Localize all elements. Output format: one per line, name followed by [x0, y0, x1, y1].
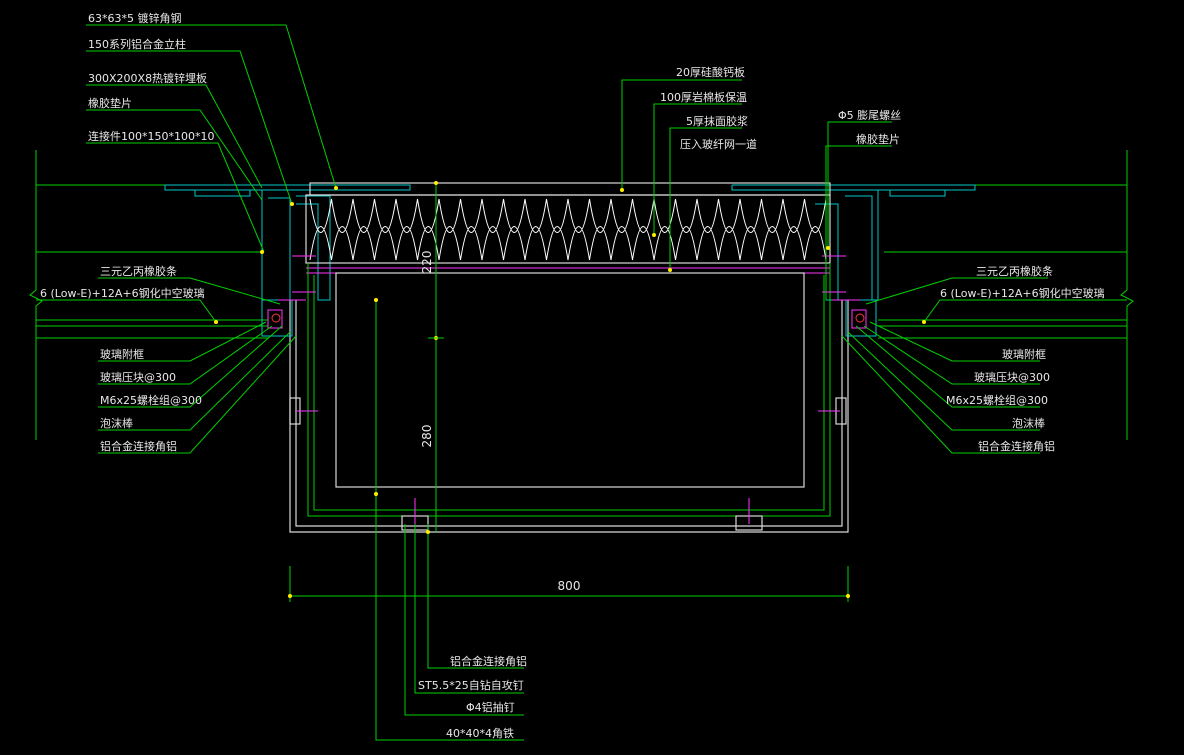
labels-left: 63*63*5 镀锌角钢 150系列铝合金立柱 300X200X8热镀锌埋板 橡…	[40, 11, 214, 453]
label-aluminum-mullion: 150系列铝合金立柱	[88, 37, 186, 51]
label-angle-iron: 40*40*4角铁	[446, 727, 514, 740]
insulation-board	[305, 182, 831, 274]
leader-markers	[214, 186, 926, 534]
label-mortar: 5厚抹面胶浆	[686, 114, 748, 128]
label-angle-alu-left: 铝合金连接角铝	[100, 439, 177, 453]
dim-lower-label: 280	[420, 425, 434, 448]
label-glass-left: 6 (Low-E)+12A+6钢化中空玻璃	[40, 286, 205, 300]
label-angle-alu-right: 铝合金连接角铝	[978, 439, 1055, 453]
glass-brackets	[261, 299, 877, 531]
label-bolt-right: M6x25螺栓组@300	[946, 393, 1048, 407]
dimension-lines	[288, 181, 850, 602]
label-epdm-left: 三元乙丙橡胶条	[100, 264, 177, 278]
label-pressure-block-left: 玻璃压块@300	[100, 370, 176, 384]
label-bolt-left: M6x25螺栓组@300	[100, 393, 202, 407]
label-glass-frame-right: 玻璃附框	[1002, 347, 1046, 361]
label-pressure-block-right: 玻璃压块@300	[974, 370, 1050, 384]
label-glass-right: 6 (Low-E)+12A+6钢化中空玻璃	[940, 286, 1105, 300]
dim-upper-label: 220	[420, 251, 434, 274]
steel-angles	[164, 184, 976, 301]
labels-bottom: 铝合金连接角铝 ST5.5*25自钻自攻钉 Φ4铝抽钉 40*40*4角铁	[418, 654, 527, 740]
box-outlines	[289, 263, 849, 533]
label-epdm-right: 三元乙丙橡胶条	[976, 264, 1053, 278]
label-screw-right: Φ5 膨尾螺丝	[838, 108, 901, 122]
label-embed-plate: 300X200X8热镀锌埋板	[88, 71, 207, 85]
labels-top: 20厚硅酸钙板 100厚岩棉板保温 5厚抹面胶浆 压入玻纤网一道	[660, 65, 757, 151]
label-foam-rod-right: 泡沫棒	[1012, 416, 1045, 430]
label-glass-frame-left: 玻璃附框	[100, 347, 144, 361]
label-mesh: 压入玻纤网一道	[680, 137, 757, 151]
label-rockwool: 100厚岩棉板保温	[660, 90, 747, 104]
label-angle-steel: 63*63*5 镀锌角钢	[88, 11, 182, 25]
label-self-drilling-screw: ST5.5*25自钻自攻钉	[418, 678, 524, 692]
label-calcium-silicate: 20厚硅酸钙板	[676, 65, 745, 79]
label-rubber-pad-right: 橡胶垫片	[856, 132, 900, 146]
label-connector: 连接件100*150*100*10	[88, 130, 214, 143]
label-angle-alu-bottom: 铝合金连接角铝	[450, 654, 527, 668]
label-rivet: Φ4铝抽钉	[466, 700, 515, 714]
label-rubber-pad-left: 橡胶垫片	[88, 96, 132, 110]
label-foam-rod-left: 泡沫棒	[100, 416, 133, 430]
cad-section-drawing: 800 220 280 63*63*5 镀锌角钢 150系列铝合金立柱 300X…	[29, 11, 1134, 741]
fasteners	[278, 255, 860, 524]
dim-width-label: 800	[558, 579, 581, 593]
